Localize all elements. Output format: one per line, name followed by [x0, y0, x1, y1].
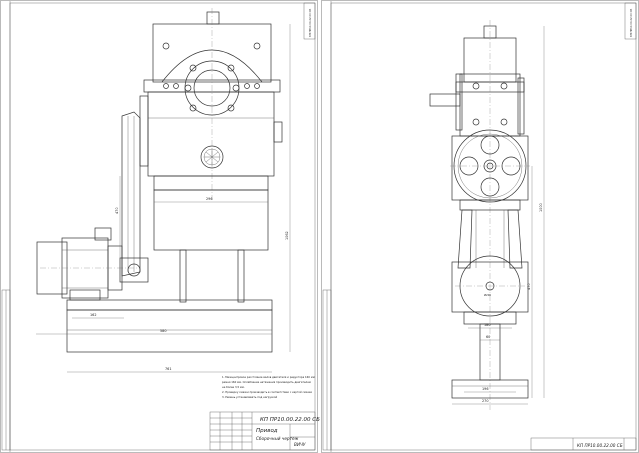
title-block-sheet-1: КП ПР10.00.22.00 СБ Привод Сборочный чер…: [209, 411, 320, 451]
technical-notes: 1. Межцентровое расстояние валов двигате…: [222, 375, 315, 399]
dim-width-top: 296: [206, 197, 212, 201]
dim-width-mid: 162: [90, 313, 96, 317]
dim-width-b: 196: [482, 387, 488, 391]
frame-stand: [66, 175, 273, 353]
note-line-1: 1. Межцентровое расстояние валов двигате…: [222, 375, 315, 379]
note-line-3: не более 3,5 мм.: [222, 385, 245, 389]
dimensions-sheet-2: 1000 470 Ø200 180 196 270 60: [452, 26, 545, 405]
note-line-4: 2. Проверку смазки производить в соответ…: [222, 390, 312, 394]
dim-height-side: 470: [115, 208, 119, 214]
vertical-code-box-2: КП ПР10.00.22.00 СБ: [624, 2, 637, 40]
gearbox-side-view: [429, 20, 525, 410]
belt-guard: [119, 111, 149, 283]
title-code-2: КП ПР10.00.22.00 СБ: [577, 443, 623, 448]
sheet-1: КП ПР10.00.22.00 СБ 296 162 580 761 1062…: [0, 0, 320, 453]
dim-height-total: 1062: [285, 231, 289, 240]
dimensions-sheet-1: 296 162 580 761 1062 470: [36, 24, 291, 373]
dim-width-c: 270: [482, 399, 488, 403]
group-code: ВИЧУ: [294, 442, 306, 447]
vertical-code-box: КП ПР10.00.22.00 СБ: [303, 2, 316, 40]
electric-motor: [36, 227, 140, 301]
dim-height-mid-2: 470: [527, 284, 531, 290]
dim-height-total-2: 1000: [539, 203, 543, 212]
title-block-sheet-2: КП ПР10.00.22.00 СБ: [530, 437, 637, 451]
dim-small: 60: [486, 335, 490, 339]
vertical-code-text: КП ПР10.00.22.00 СБ: [308, 9, 312, 37]
dim-width-a: 180: [484, 323, 490, 327]
dim-width-base: 580: [160, 329, 166, 333]
note-line-5: 3. Ремень устанавливать под нагрузкой: [222, 395, 278, 399]
dim-width-bottom: 761: [165, 367, 171, 371]
vertical-code-text-2: КП ПР10.00.22.00 СБ: [629, 9, 633, 37]
note-line-2: ремня 160 мм. Ослабление натяжения произ…: [222, 380, 311, 384]
dim-circle-2: Ø200: [484, 292, 491, 297]
drawing-sheet: КП ПР10.00.22.00 СБ 296 162 580 761 1062…: [0, 0, 639, 453]
gearbox: [139, 8, 283, 200]
title-name: Привод: [256, 428, 278, 434]
title-code: КП ПР10.00.22.00 СБ: [260, 417, 320, 423]
title-subtitle: Сборочный чертеж: [256, 436, 299, 441]
sheet-2: КП ПР10.00.22.00 СБ 1000 470 Ø200 180 19…: [321, 0, 639, 453]
